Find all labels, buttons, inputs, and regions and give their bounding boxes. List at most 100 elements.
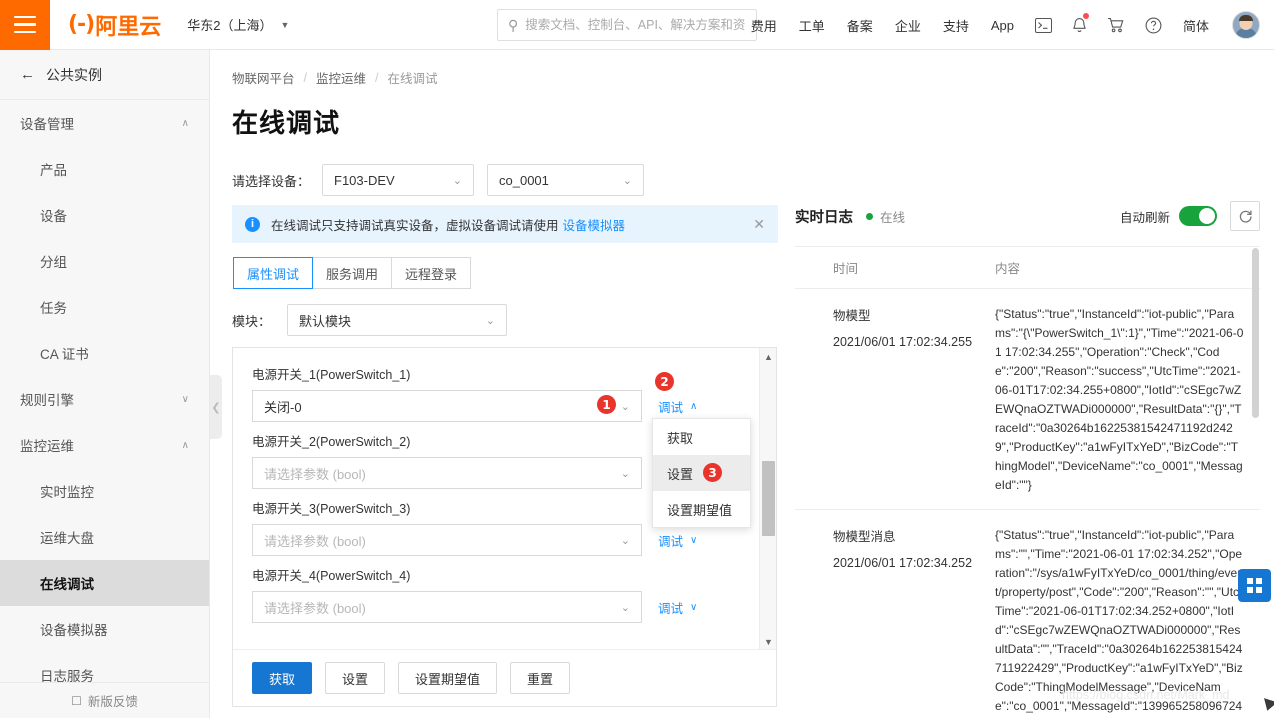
dropdown-item-set-expected-value[interactable]: 设置期望值 <box>653 491 750 527</box>
tab-label: 远程登录 <box>405 264 457 283</box>
chevron-down-icon: ▼ <box>281 20 290 30</box>
info-alert-link-device-simulator[interactable]: 设备模拟器 <box>563 215 626 234</box>
get-button[interactable]: 获取 <box>252 662 312 694</box>
close-icon[interactable]: ✕ <box>753 216 765 233</box>
sidebar-group-monitoring[interactable]: 监控运维 ∧ <box>0 422 209 468</box>
tab-service-invoke[interactable]: 服务调用 <box>312 257 392 289</box>
sidebar-back-label: 公共实例 <box>46 65 102 85</box>
page-title: 在线调试 <box>210 87 1274 140</box>
chevron-down-icon: ⌄ <box>453 174 462 187</box>
properties-scrollbar[interactable]: ▲ ▼ <box>759 348 776 650</box>
device-picker-label: 请选择设备： <box>232 171 310 190</box>
sidebar-item-label: 实时监控 <box>40 481 94 501</box>
scroll-down-arrow-icon[interactable]: ▼ <box>760 633 777 650</box>
realtime-log-panel: 实时日志 在线 自动刷新 时间 内容 物模型 2021/06/01 17:02:… <box>795 200 1260 705</box>
dropdown-item-set[interactable]: 设置 <box>653 455 750 491</box>
sidebar-item-ca-certificate[interactable]: CA 证书 <box>0 330 209 376</box>
property-value: 请选择参数 (bool) <box>264 531 366 550</box>
watermark: https://blog.csdn.net/Mark_md <box>1062 688 1229 702</box>
sidebar-back-public-instance[interactable]: ← 公共实例 <box>0 50 209 100</box>
scrollbar-thumb[interactable] <box>762 461 775 536</box>
refresh-button[interactable] <box>1230 201 1260 231</box>
sidebar-item-label: 在线调试 <box>40 573 94 593</box>
property-debug-toggle[interactable]: 调试 ∧ <box>658 397 697 416</box>
property-label: 电源开关_1(PowerSwitch_1) <box>252 364 760 383</box>
callout-badge-1: 1 <box>597 395 616 414</box>
topnav-item-ticket[interactable]: 工单 <box>799 16 825 35</box>
global-search[interactable]: ⚲ <box>497 9 757 41</box>
scroll-up-arrow-icon[interactable]: ▲ <box>760 348 777 365</box>
sidebar-item-online-debug[interactable]: 在线调试 <box>0 560 209 606</box>
language-switch[interactable]: 简体 <box>1183 16 1209 35</box>
sidebar-item-label: CA 证书 <box>40 343 89 363</box>
help-icon[interactable] <box>1145 17 1162 34</box>
breadcrumb-item-monitoring[interactable]: 监控运维 <box>316 68 366 87</box>
user-avatar[interactable] <box>1232 11 1260 39</box>
scrollbar-thumb[interactable] <box>1252 248 1259 418</box>
log-status-label: 在线 <box>880 207 905 226</box>
sidebar-group-label: 设备管理 <box>20 113 74 133</box>
cart-icon[interactable] <box>1107 17 1125 33</box>
bell-icon[interactable] <box>1072 17 1087 34</box>
auto-refresh-label: 自动刷新 <box>1120 207 1170 226</box>
sidebar-group-device-management[interactable]: 设备管理 ∧ <box>0 100 209 146</box>
aliyun-logo[interactable]: (-) 阿里云 <box>68 9 161 41</box>
table-row: 物模型消息 2021/06/01 17:02:34.252 {"Status":… <box>795 510 1260 718</box>
property-debug-toggle[interactable]: 调试 ∨ <box>658 598 697 617</box>
property-control: 请选择参数 (bool) ⌄ 调试 ∨ <box>252 524 760 556</box>
sidebar-item-devices[interactable]: 设备 <box>0 192 209 238</box>
sidebar-item-device-simulator[interactable]: 设备模拟器 <box>0 606 209 652</box>
terminal-icon[interactable] <box>1035 18 1052 33</box>
log-column-time: 时间 <box>795 258 995 277</box>
tab-label: 服务调用 <box>326 264 378 283</box>
sidebar-item-groups[interactable]: 分组 <box>0 238 209 284</box>
sidebar-item-ops-dashboard[interactable]: 运维大盘 <box>0 514 209 560</box>
sidebar-item-products[interactable]: 产品 <box>0 146 209 192</box>
region-selector[interactable]: 华东2（上海） ▼ <box>187 15 289 34</box>
region-label: 华东2（上海） <box>187 15 272 34</box>
topnav-item-enterprise[interactable]: 企业 <box>895 16 921 35</box>
chevron-down-icon: ⌄ <box>621 400 630 413</box>
property-value-select[interactable]: 请选择参数 (bool) ⌄ <box>252 524 642 556</box>
property-value-select[interactable]: 关闭-0 ⌄ <box>252 390 642 422</box>
chevron-up-icon: ∧ <box>182 118 189 129</box>
apps-grid-button[interactable] <box>1238 569 1271 602</box>
set-expected-value-button[interactable]: 设置期望值 <box>398 662 497 694</box>
sidebar-item-tasks[interactable]: 任务 <box>0 284 209 330</box>
breadcrumb: 物联网平台 / 监控运维 / 在线调试 <box>210 50 1274 87</box>
log-scrollbar[interactable] <box>1251 248 1260 705</box>
callout-badge-3: 3 <box>703 463 722 482</box>
search-input[interactable] <box>525 18 746 32</box>
topnav-item-fee[interactable]: 费用 <box>751 16 777 35</box>
auto-refresh-toggle[interactable] <box>1179 206 1217 226</box>
topnav-item-app[interactable]: App <box>991 18 1014 33</box>
device-select[interactable]: co_0001 ⌄ <box>487 164 644 196</box>
sidebar-collapse-handle[interactable]: ❮ <box>210 375 222 439</box>
breadcrumb-item-iot-platform[interactable]: 物联网平台 <box>232 68 295 87</box>
log-row-time: 2021/06/01 17:02:34.255 <box>833 335 995 349</box>
property-debug-toggle[interactable]: 调试 ∨ <box>658 531 697 550</box>
set-button[interactable]: 设置 <box>325 662 385 694</box>
hamburger-menu-button[interactable] <box>0 0 50 50</box>
property-value-select[interactable]: 请选择参数 (bool) ⌄ <box>252 591 642 623</box>
topnav-item-support[interactable]: 支持 <box>943 16 969 35</box>
button-label: 获取 <box>269 669 295 688</box>
sidebar-feedback-button[interactable]: ☐ 新版反馈 <box>0 682 209 718</box>
apps-grid-icon <box>1247 578 1262 593</box>
sidebar-group-label: 监控运维 <box>20 435 74 455</box>
chevron-down-icon: ⌄ <box>486 314 495 327</box>
product-select[interactable]: F103-DEV ⌄ <box>322 164 474 196</box>
log-row-time: 2021/06/01 17:02:34.252 <box>833 556 995 570</box>
sidebar-group-rule-engine[interactable]: 规则引擎 ∨ <box>0 376 209 422</box>
dropdown-item-get[interactable]: 获取 <box>653 419 750 455</box>
log-table-header: 时间 内容 <box>795 247 1260 289</box>
tab-property-debug[interactable]: 属性调试 <box>233 257 313 289</box>
property-value-select[interactable]: 请选择参数 (bool) ⌄ <box>252 457 642 489</box>
chevron-down-icon: ⌄ <box>623 174 632 187</box>
module-select[interactable]: 默认模块 ⌄ <box>287 304 507 336</box>
topnav-item-icp[interactable]: 备案 <box>847 16 873 35</box>
tab-remote-login[interactable]: 远程登录 <box>391 257 471 289</box>
left-sidebar: ← 公共实例 设备管理 ∧ 产品 设备 分组 任务 CA 证书 规则引擎 ∨ 监… <box>0 50 210 718</box>
reset-button[interactable]: 重置 <box>510 662 570 694</box>
sidebar-item-realtime-monitor[interactable]: 实时监控 <box>0 468 209 514</box>
